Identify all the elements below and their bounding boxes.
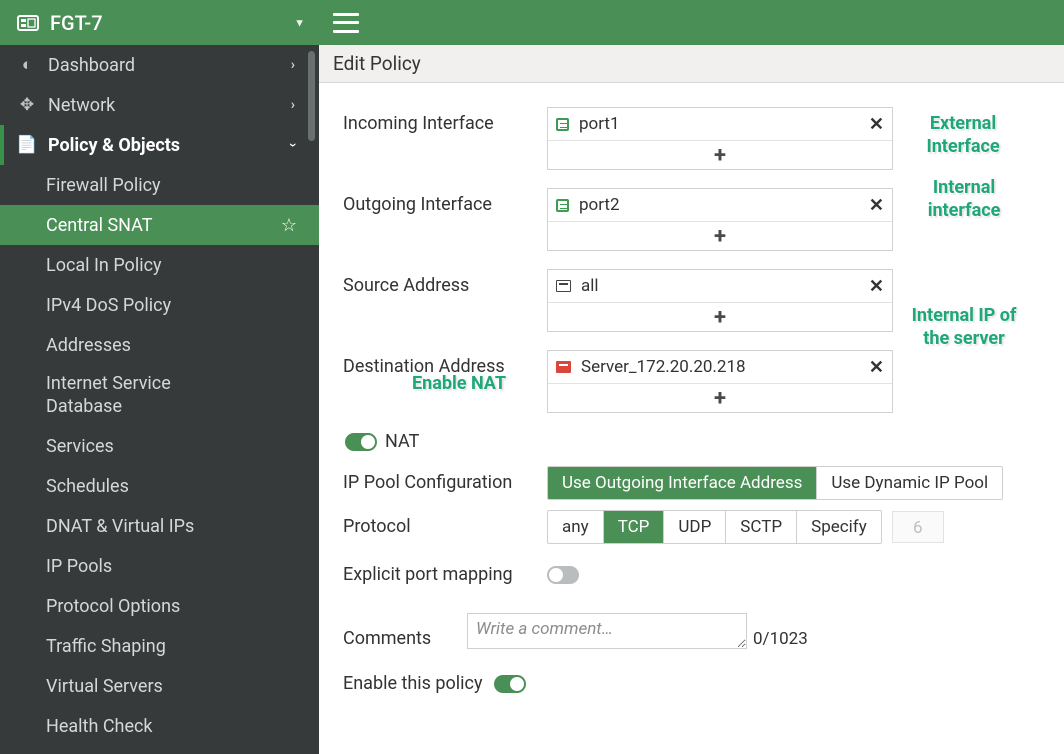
remove-button[interactable]: ✕: [869, 195, 884, 216]
label-enable-policy: Enable this policy: [343, 673, 482, 694]
address-icon: [556, 280, 571, 292]
add-outgoing-interface[interactable]: +: [548, 221, 892, 250]
nav-item-internet-service-db[interactable]: Internet Service Database: [0, 365, 319, 426]
chevron-down-icon: ›: [285, 143, 301, 147]
protocol-sctp[interactable]: SCTP: [726, 511, 797, 543]
explicit-port-toggle[interactable]: [547, 566, 579, 584]
destination-address-field[interactable]: Server_172.20.20.218 ✕ +: [547, 350, 893, 413]
network-icon: ✥: [16, 95, 38, 115]
add-incoming-interface[interactable]: +: [548, 140, 892, 169]
form-area: External Interface Internal interface In…: [319, 83, 1064, 754]
nav-network-label: Network: [48, 95, 115, 116]
nav-policy-objects[interactable]: 📄 Policy & Objects ›: [0, 125, 319, 165]
protocol-any[interactable]: any: [548, 511, 604, 543]
hamburger-icon[interactable]: [333, 13, 359, 33]
policy-icon: 📄: [16, 135, 38, 155]
nav-item-traffic-shaping[interactable]: Traffic Shaping: [0, 626, 319, 666]
remove-button[interactable]: ✕: [869, 276, 884, 297]
nav-item-schedules[interactable]: Schedules: [0, 466, 319, 506]
nav-item-dnat-vips[interactable]: DNAT & Virtual IPs: [0, 506, 319, 546]
outgoing-interface-value: port2: [579, 195, 620, 215]
add-destination-address[interactable]: +: [548, 383, 892, 412]
label-source-address: Source Address: [343, 269, 547, 296]
ip-pool-segmented: Use Outgoing Interface Address Use Dynam…: [547, 466, 1003, 500]
device-header[interactable]: FGT-7 ▼: [0, 0, 319, 45]
protocol-specify[interactable]: Specify: [797, 511, 881, 543]
page-title: Edit Policy: [319, 45, 1064, 83]
dashboard-icon: ◐: [16, 55, 38, 75]
address-icon: [556, 361, 571, 373]
favorite-star-icon[interactable]: ☆: [281, 215, 297, 236]
label-outgoing-interface: Outgoing Interface: [343, 188, 547, 215]
comments-char-count: 0/1023: [753, 629, 808, 649]
topbar: [319, 0, 1064, 45]
label-protocol: Protocol: [343, 510, 547, 537]
nav-item-ip-pools[interactable]: IP Pools: [0, 546, 319, 586]
enable-policy-toggle[interactable]: [494, 675, 526, 693]
nav-item-protocol-options[interactable]: Protocol Options: [0, 586, 319, 626]
label-ip-pool-config: IP Pool Configuration: [343, 466, 547, 493]
chevron-right-icon: ›: [291, 57, 295, 73]
annotation-enable-nat: Enable NAT: [391, 373, 527, 396]
add-source-address[interactable]: +: [548, 302, 892, 331]
main: Edit Policy External Interface Internal …: [319, 0, 1064, 754]
nav-item-virtual-servers[interactable]: Virtual Servers: [0, 666, 319, 706]
protocol-number-input: 6: [892, 511, 944, 543]
outgoing-interface-field[interactable]: port2 ✕ +: [547, 188, 893, 251]
incoming-interface-field[interactable]: port1 ✕ +: [547, 107, 893, 170]
nav-item-ipv4-dos-policy[interactable]: IPv4 DoS Policy: [0, 285, 319, 325]
nav-item-central-snat[interactable]: Central SNAT ☆: [0, 205, 319, 245]
nav-item-addresses[interactable]: Addresses: [0, 325, 319, 365]
protocol-segmented: any TCP UDP SCTP Specify: [547, 510, 882, 544]
nav-item-health-check[interactable]: Health Check: [0, 706, 319, 746]
nav-dashboard[interactable]: ◐ Dashboard ›: [0, 45, 319, 85]
device-logo-icon: [16, 11, 40, 35]
sidebar: FGT-7 ▼ ◐ Dashboard › ✥ Network › 📄 Poli…: [0, 0, 319, 754]
sidebar-scroll: ◐ Dashboard › ✥ Network › 📄 Policy & Obj…: [0, 45, 319, 754]
device-name: FGT-7: [50, 11, 103, 35]
nat-toggle[interactable]: [345, 433, 377, 451]
nav-dashboard-label: Dashboard: [48, 55, 135, 76]
interface-icon: [556, 199, 569, 212]
remove-button[interactable]: ✕: [869, 114, 884, 135]
protocol-udp[interactable]: UDP: [664, 511, 726, 543]
label-comments: Comments: [343, 628, 467, 649]
label-explicit-port-mapping: Explicit port mapping: [343, 564, 547, 585]
nav-network[interactable]: ✥ Network ›: [0, 85, 319, 125]
nav-item-local-in-policy[interactable]: Local In Policy: [0, 245, 319, 285]
protocol-tcp[interactable]: TCP: [604, 511, 665, 543]
label-incoming-interface: Incoming Interface: [343, 107, 547, 134]
destination-address-value: Server_172.20.20.218: [581, 357, 746, 377]
comments-textarea[interactable]: [467, 613, 747, 649]
source-address-field[interactable]: all ✕ +: [547, 269, 893, 332]
nav-policy-objects-label: Policy & Objects: [48, 135, 180, 156]
annotation-internal-interface: Internal interface: [909, 177, 1019, 222]
remove-button[interactable]: ✕: [869, 357, 884, 378]
source-address-value: all: [581, 276, 599, 296]
chevron-right-icon: ›: [291, 97, 295, 113]
incoming-interface-value: port1: [579, 114, 620, 134]
nav-item-services[interactable]: Services: [0, 426, 319, 466]
ip-pool-use-dynamic[interactable]: Use Dynamic IP Pool: [817, 467, 1002, 499]
device-dropdown-icon[interactable]: ▼: [294, 16, 305, 29]
ip-pool-use-outgoing[interactable]: Use Outgoing Interface Address: [548, 467, 817, 499]
nav-item-firewall-policy[interactable]: Firewall Policy: [0, 165, 319, 205]
label-nat: NAT: [385, 431, 419, 452]
annotation-external-interface: External Interface: [903, 113, 1023, 158]
annotation-internal-ip: Internal IP of the server: [899, 305, 1029, 350]
interface-icon: [556, 118, 569, 131]
